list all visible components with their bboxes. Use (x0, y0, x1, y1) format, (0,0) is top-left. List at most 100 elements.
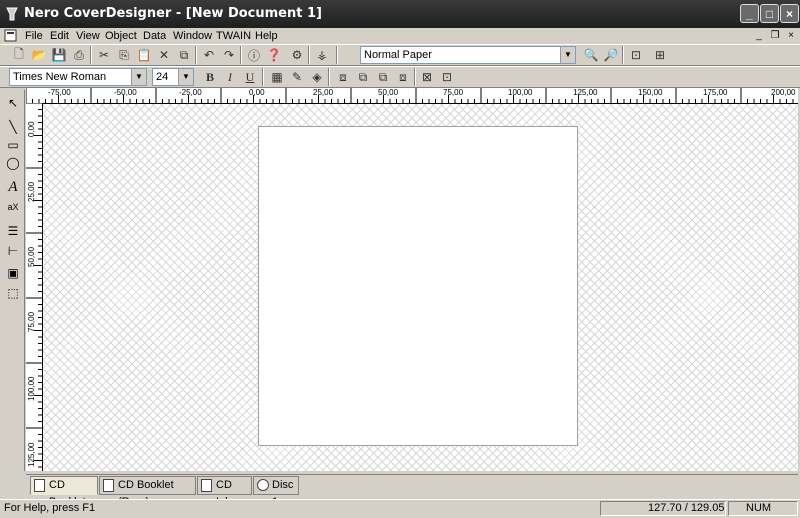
menu-data[interactable]: Data (143, 30, 166, 42)
delete-icon[interactable]: ✕ (155, 46, 173, 64)
paper-type-select[interactable]: Normal Paper ▼ (360, 46, 576, 64)
status-help-text: For Help, press F1 (4, 502, 96, 514)
minimize-button[interactable]: _ (740, 4, 759, 23)
status-num-lock: NUM (746, 502, 772, 514)
send-backward-icon[interactable]: ⧉ (374, 68, 392, 86)
font-size-value: 24 (156, 71, 169, 83)
menu-help[interactable]: Help (255, 30, 278, 42)
menu-twain[interactable]: TWAIN (216, 30, 251, 42)
new-icon[interactable]: 🗋 (10, 46, 28, 64)
underline-button[interactable]: U (241, 68, 259, 86)
ruler-label: 75,00 (443, 88, 464, 97)
separator (336, 46, 338, 64)
mdi-restore-button[interactable]: ❐ (768, 29, 782, 42)
menu-object[interactable]: Object (105, 30, 137, 42)
font-select[interactable]: Times New Roman ▼ (9, 68, 147, 86)
ruler-label: -25,00 (179, 88, 202, 97)
bring-forward-icon[interactable]: ⧉ (354, 68, 372, 86)
info-icon[interactable]: ⓘ (245, 46, 263, 64)
ruler-label: 125,00 (573, 88, 598, 97)
tab-cd-booklet-rear[interactable]: CD Booklet (Rear) (99, 476, 196, 508)
horizontal-ruler: -75,00 -50,00 -25,00 0,00 25,00 50,00 75… (26, 88, 798, 104)
list-tool-icon[interactable]: ☰ (4, 222, 22, 240)
tab-cd-inlay[interactable]: CD Inlay (197, 476, 252, 508)
font-value: Times New Roman (13, 71, 107, 83)
menu-bar: File Edit View Object Data Window TWAIN … (0, 28, 800, 44)
title-bar: Nero CoverDesigner - [New Document 1] _ … (0, 0, 800, 28)
copy-icon[interactable]: ⎘ (115, 46, 133, 64)
bold-button[interactable]: B (201, 68, 219, 86)
tree-tool-icon[interactable]: ⊢ (4, 242, 22, 260)
image-frame-tool-icon[interactable]: ▣ (4, 264, 22, 282)
app-icon (6, 7, 18, 21)
document-tabs: CD Booklet CD Booklet (Rear) CD Inlay Di… (26, 474, 798, 508)
select-arrow-icon[interactable]: ↖ (4, 94, 22, 112)
ruler-label: 200,00 (771, 88, 796, 97)
paste-icon[interactable]: 📋 (135, 46, 153, 64)
group-icon[interactable]: ⊠ (418, 68, 436, 86)
paper-type-value: Normal Paper (364, 49, 432, 61)
chevron-down-icon[interactable]: ▼ (178, 69, 193, 85)
ruler-label: -75,00 (48, 88, 71, 97)
ellipse-tool-icon[interactable]: ◯ (4, 154, 22, 172)
selection-frame-icon[interactable]: ⬚ (4, 284, 22, 302)
stamp-icon[interactable]: ⚶ (313, 46, 331, 64)
duplicate-icon[interactable]: ⧉ (175, 46, 193, 64)
ungroup-icon[interactable]: ⊡ (438, 68, 456, 86)
zoom-in-icon[interactable]: 🔍 (582, 46, 600, 64)
booklet-page[interactable] (258, 126, 578, 446)
format-toolbar: Times New Roman ▼ 24 ▼ B I U ▦ ✎ ◈ ⧈ ⧉ ⧉… (0, 66, 800, 88)
page-icon (34, 479, 45, 492)
maximize-button[interactable]: □ (760, 4, 779, 23)
chevron-down-icon[interactable]: ▼ (131, 69, 146, 85)
menu-file[interactable]: File (25, 30, 43, 42)
inlay-icon (201, 479, 212, 492)
pen-icon[interactable]: ✎ (288, 68, 306, 86)
zoom-fit-icon[interactable]: ⊞ (651, 46, 669, 64)
tab-cd-booklet[interactable]: CD Booklet (30, 476, 98, 508)
help-icon[interactable]: ❓ (265, 46, 283, 64)
ruler-label: 50,00 (378, 88, 399, 97)
ruler-label: 150,00 (638, 88, 663, 97)
separator (414, 68, 416, 86)
menu-edit[interactable]: Edit (50, 30, 69, 42)
ruler-ticks (26, 103, 42, 468)
design-canvas[interactable] (43, 104, 798, 471)
send-back-icon[interactable]: ⧈ (394, 68, 412, 86)
ruler-label: 25,00 (27, 181, 36, 202)
redo-icon[interactable]: ↷ (220, 46, 238, 64)
zoom-page-icon[interactable]: ⊡ (627, 46, 645, 64)
cut-icon[interactable]: ✂ (95, 46, 113, 64)
disc-icon (257, 479, 269, 491)
ruler-ticks (26, 88, 794, 103)
italic-button[interactable]: I (221, 68, 239, 86)
bring-front-icon[interactable]: ⧈ (334, 68, 352, 86)
font-size-select[interactable]: 24 ▼ (152, 68, 194, 86)
text-field-tool-icon[interactable]: aX (4, 198, 22, 216)
save-icon[interactable]: 💾 (50, 46, 68, 64)
properties-icon[interactable]: ⚙ (288, 46, 306, 64)
mdi-minimize-button[interactable]: _ (752, 29, 766, 42)
image-icon[interactable]: ▦ (268, 68, 286, 86)
rectangle-tool-icon[interactable]: ▭ (4, 136, 22, 154)
tab-disc-1[interactable]: Disc 1 (253, 476, 299, 508)
window-title: Nero CoverDesigner - [New Document 1] (24, 6, 322, 21)
line-tool-icon[interactable]: ╲ (4, 118, 22, 136)
mdi-close-button[interactable]: × (784, 29, 798, 42)
ruler-label: 50,00 (27, 246, 36, 267)
open-icon[interactable]: 📂 (30, 46, 48, 64)
print-icon[interactable]: ⎙ (70, 46, 88, 64)
standard-toolbar: 🗋 📂 💾 ⎙ ✂ ⎘ 📋 ✕ ⧉ ↶ ↷ ⓘ ❓ ⚙ ⚶ Normal Pap… (0, 44, 800, 66)
separator (240, 46, 242, 64)
text-tool-icon[interactable]: A (4, 178, 22, 196)
fill-icon[interactable]: ◈ (308, 68, 326, 86)
menu-window[interactable]: Window (173, 30, 212, 42)
document-icon[interactable] (4, 29, 17, 42)
ruler-label: 125,00 (27, 442, 36, 467)
close-button[interactable]: × (780, 4, 799, 23)
menu-view[interactable]: View (76, 30, 100, 42)
ruler-label: 25,00 (313, 88, 334, 97)
undo-icon[interactable]: ↶ (200, 46, 218, 64)
zoom-out-icon[interactable]: 🔎 (602, 46, 620, 64)
chevron-down-icon[interactable]: ▼ (560, 47, 575, 63)
